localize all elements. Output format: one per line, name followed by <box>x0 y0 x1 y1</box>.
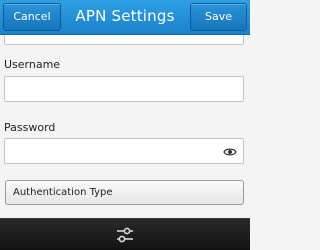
previous-field[interactable] <box>4 35 244 45</box>
form-content: Username Password Authentication Type <box>0 35 250 218</box>
eye-icon[interactable] <box>223 145 237 159</box>
save-button[interactable]: Save <box>190 3 247 31</box>
authentication-type-dropdown[interactable]: Authentication Type <box>5 180 244 205</box>
title-bar: Cancel APN Settings Save <box>0 0 250 35</box>
password-field[interactable] <box>4 138 244 164</box>
username-field[interactable] <box>4 76 244 102</box>
apn-settings-screen: Cancel APN Settings Save Username Passwo… <box>0 0 250 250</box>
action-bar <box>0 218 250 250</box>
authentication-type-label: Authentication Type <box>13 187 113 198</box>
username-label: Username <box>4 58 61 71</box>
password-label: Password <box>4 121 56 134</box>
settings-sliders-icon[interactable] <box>114 224 136 246</box>
